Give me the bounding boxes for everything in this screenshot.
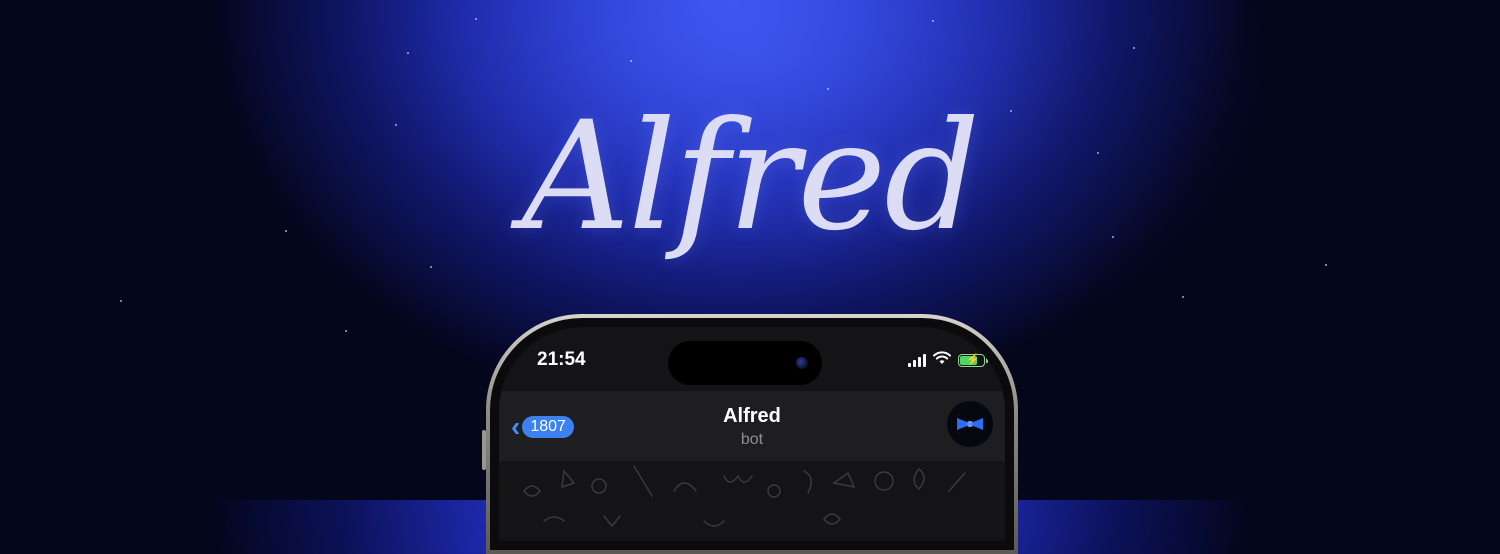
chat-title[interactable]: Alfred — [499, 405, 1005, 428]
dynamic-island — [668, 341, 822, 385]
phone-bezel: 21:54 ⚡ ‹ 1807 Alfred bot — [490, 318, 1014, 550]
chat-subtitle: bot — [740, 431, 764, 448]
status-time: 21:54 — [537, 349, 586, 370]
cellular-signal-icon — [908, 354, 926, 367]
chat-header: ‹ 1807 Alfred bot — [499, 391, 1005, 461]
chat-wallpaper — [499, 461, 1005, 541]
banner-title: Alfred — [521, 90, 980, 264]
bot-avatar[interactable] — [947, 401, 993, 447]
battery-charging-icon: ⚡ — [958, 354, 988, 367]
phone-screen: 21:54 ⚡ ‹ 1807 Alfred bot — [499, 327, 1005, 541]
status-icons: ⚡ — [908, 351, 988, 370]
bow-tie-icon — [957, 418, 983, 430]
wifi-icon — [933, 351, 951, 370]
camera-icon — [796, 357, 808, 369]
phone-frame: 21:54 ⚡ ‹ 1807 Alfred bot — [486, 314, 1018, 554]
